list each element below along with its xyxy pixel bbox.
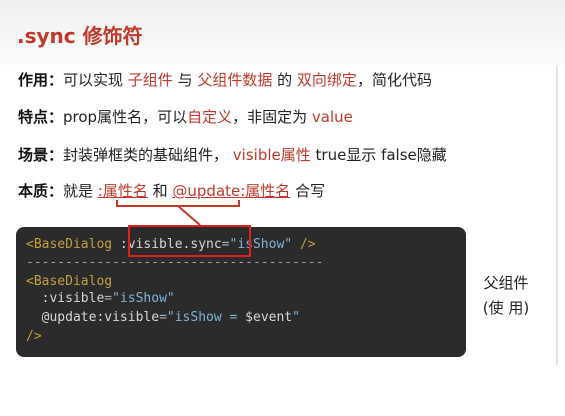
code-quote: ": [292, 310, 300, 325]
code-line-3: <BaseDialog: [26, 274, 112, 289]
code-line-4: :visible="isShow": [26, 291, 175, 306]
code-tag: <BaseDialog: [26, 237, 113, 252]
parent-label: 父组件: [483, 274, 529, 292]
code-divider: --------------------------------------: [26, 255, 324, 270]
highlight-box: [128, 225, 251, 257]
code-line-6: />: [26, 329, 42, 344]
code-tag-2: <BaseDialog: [26, 274, 113, 289]
code-attr-update: @update:visible: [41, 310, 160, 325]
code-eq-3: =: [159, 310, 167, 325]
usage-label: (使 用): [482, 299, 530, 317]
code-value-3: "isShow =: [166, 310, 246, 325]
code-eq-2: =: [104, 291, 113, 306]
code-line-5: @update:visible="isShow = $event": [26, 310, 300, 325]
code-attr-visible: :visible: [41, 291, 105, 306]
code-close: />: [292, 237, 316, 252]
parent-usage-note: 父组件 (使 用): [476, 271, 536, 321]
code-event-var: $event: [245, 310, 293, 325]
code-value-2: "isShow": [112, 291, 175, 306]
